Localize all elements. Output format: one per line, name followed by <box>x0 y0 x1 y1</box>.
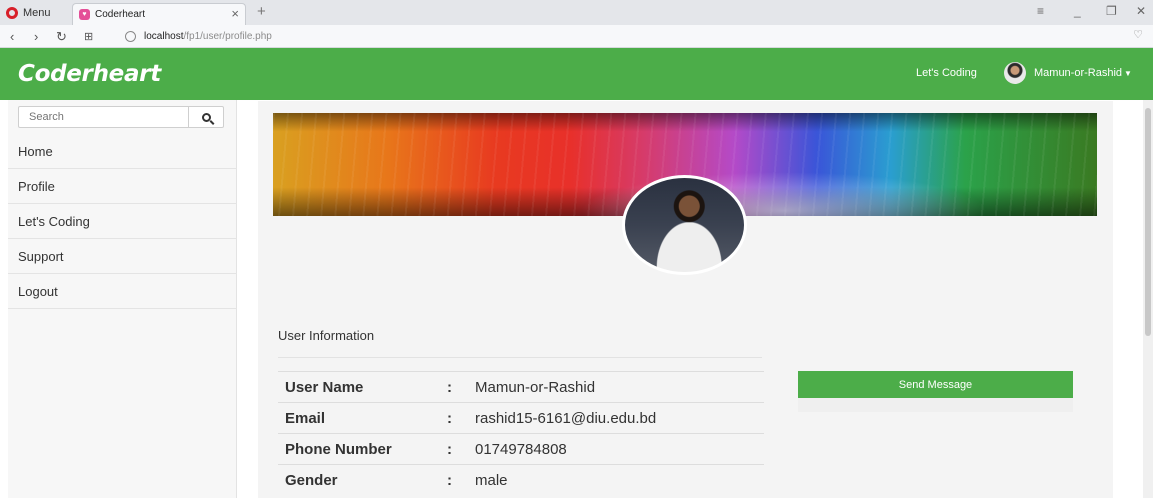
scrollbar-thumb[interactable] <box>1145 108 1151 336</box>
search-button[interactable] <box>188 107 223 127</box>
field-separator: : <box>447 433 475 465</box>
app-header: Coderheart Let's Coding Mamun-or-Rashid … <box>0 48 1153 100</box>
sidebar-item-support[interactable]: Support <box>8 239 237 274</box>
user-info-table: User Name : Mamun-or-Rashid Email : rash… <box>278 371 764 496</box>
new-tab-icon[interactable]: + <box>257 3 266 20</box>
tab-close-icon[interactable]: × <box>231 6 239 21</box>
user-dropdown[interactable]: Mamun-or-Rashid ▼ <box>1004 62 1132 84</box>
field-value: rashid15-6161@diu.edu.bd <box>475 402 764 434</box>
speed-dial-icon[interactable]: ⊞ <box>84 30 93 43</box>
field-label: Email <box>278 402 447 434</box>
menu-label: Menu <box>23 6 51 19</box>
sidebar-item-profile[interactable]: Profile <box>8 169 237 204</box>
heart-icon[interactable]: ♡ <box>1133 28 1143 41</box>
browser-tab-bar: Menu ♥ Coderheart × + ≡ _ ❐ ✕ <box>0 0 1153 25</box>
url-path: /fp1/user/profile.php <box>183 31 272 42</box>
caret-down-icon: ▼ <box>1124 68 1132 78</box>
tab-title: Coderheart <box>95 9 146 20</box>
forward-icon[interactable]: › <box>34 29 38 44</box>
url-field[interactable]: localhost /fp1/user/profile.php <box>125 28 1140 45</box>
field-separator: : <box>447 464 475 496</box>
browser-tab[interactable]: ♥ Coderheart × <box>72 3 246 25</box>
restore-icon[interactable]: ❐ <box>1106 4 1117 18</box>
reload-icon[interactable]: ↻ <box>56 29 67 45</box>
sidebar-search <box>18 106 224 128</box>
search-input[interactable] <box>19 107 189 127</box>
field-label: User Name <box>278 371 447 403</box>
send-message-panel <box>798 398 1073 412</box>
table-row: Gender : male <box>278 464 764 496</box>
sidebar-item-logout[interactable]: Logout <box>8 274 237 309</box>
table-row: Email : rashid15-6161@diu.edu.bd <box>278 402 764 434</box>
opera-menu-button[interactable]: Menu <box>6 4 51 21</box>
field-value: male <box>475 464 764 496</box>
back-icon[interactable]: ‹ <box>10 29 14 44</box>
brand-logo[interactable]: Coderheart <box>18 61 161 87</box>
url-host: localhost <box>144 31 184 42</box>
address-bar: ‹ › ↻ ⊞ localhost /fp1/user/profile.php … <box>0 25 1153 48</box>
tab-menu-icon[interactable]: ≡ <box>1037 4 1044 18</box>
field-value: 01749784808 <box>475 433 764 465</box>
send-message-button[interactable]: Send Message <box>798 371 1073 398</box>
section-title: User Information <box>278 328 375 343</box>
user-dropdown-label: Mamun-or-Rashid <box>1034 67 1123 79</box>
field-label: Phone Number <box>278 433 447 465</box>
divider <box>278 357 762 358</box>
sidebar-item-lets-coding[interactable]: Let's Coding <box>8 204 237 239</box>
globe-icon <box>125 31 136 42</box>
profile-photo <box>622 175 747 275</box>
avatar <box>1004 62 1026 84</box>
favicon-icon: ♥ <box>79 9 90 20</box>
minimize-icon[interactable]: _ <box>1074 4 1081 18</box>
sidebar: Home Profile Let's Coding Support Logout <box>8 100 237 498</box>
field-separator: : <box>447 371 475 403</box>
lets-coding-link[interactable]: Let's Coding <box>916 67 977 79</box>
field-separator: : <box>447 402 475 434</box>
table-row: User Name : Mamun-or-Rashid <box>278 371 764 403</box>
field-label: Gender <box>278 464 447 496</box>
page-scrollbar[interactable] <box>1143 100 1153 498</box>
opera-logo-icon <box>6 6 18 19</box>
search-icon <box>201 112 211 122</box>
table-row: Phone Number : 01749784808 <box>278 433 764 465</box>
window-close-icon[interactable]: ✕ <box>1136 4 1146 18</box>
sidebar-menu: Home Profile Let's Coding Support Logout <box>8 134 237 309</box>
sidebar-item-home[interactable]: Home <box>8 134 237 169</box>
field-value: Mamun-or-Rashid <box>475 371 764 403</box>
